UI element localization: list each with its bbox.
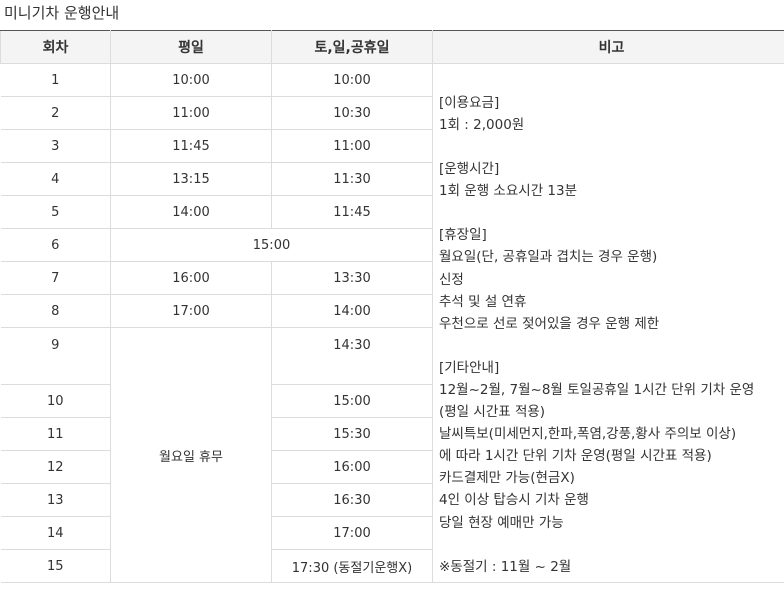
note-closed-title: [휴장일]	[439, 227, 487, 244]
weekend-time: 10:30	[271, 96, 433, 130]
note-etc-6: 4인 이상 탑승시 기차 운행	[439, 492, 589, 509]
note-fee-title: [이용요금]	[439, 95, 500, 111]
weekend-time: 15:00	[271, 384, 433, 418]
notes-cell: [이용요금] 1회 : 2,000원 [운행시간] 1회 운행 소요시간 13분…	[432, 63, 784, 583]
note-etc-7: 당일 현장 예매만 가능	[439, 514, 564, 531]
round-cell: 14	[0, 516, 111, 550]
note-winter: ※동절기 : 11월 ~ 2월	[439, 558, 572, 575]
weekday-time: 15:00	[110, 228, 433, 262]
schedule-table: 회차 평일 토,일,공휴일 비고 1 10:00 10:00 [이용요금] 1회…	[0, 30, 784, 583]
weekend-time: 10:00	[271, 63, 433, 97]
note-fee-1: 1회 : 2,000원	[439, 117, 525, 134]
round-cell: 1	[0, 63, 111, 97]
header-weekend: 토,일,공휴일	[271, 30, 433, 64]
weekend-time: 14:30	[271, 327, 433, 385]
note-closed-2: 신정	[439, 271, 464, 288]
table-header-row: 회차 평일 토,일,공휴일 비고	[0, 30, 784, 64]
weekend-time: 15:30	[271, 417, 433, 451]
weekend-time: 11:00	[271, 129, 433, 163]
weekend-time: 13:30	[271, 261, 433, 295]
note-hours-title: [운행시간]	[439, 161, 500, 178]
weekday-time: 11:00	[110, 96, 272, 130]
round-cell: 4	[0, 162, 111, 196]
note-etc-1: 12월~2월, 7월~8월 토일공휴일 1시간 단위 기차 운영	[439, 381, 755, 398]
page-title: 미니기차 운행안내	[4, 4, 120, 22]
round-cell: 10	[0, 384, 111, 418]
note-etc-5: 카드결제만 가능(현금X)	[439, 470, 575, 487]
round-cell: 8	[0, 294, 111, 328]
round-cell: 6	[0, 228, 111, 262]
weekday-closed-cell: 월요일 휴무	[110, 327, 272, 583]
weekend-time: 11:45	[271, 195, 433, 229]
table-row: 1 10:00 10:00 [이용요금] 1회 : 2,000원 [운행시간] …	[0, 63, 784, 583]
weekend-time: 17:30 (동절기운행X)	[271, 549, 433, 583]
header-notes: 비고	[432, 30, 784, 64]
note-etc-4: 에 따라 1시간 단위 기차 운영(평일 시간표 적용)	[439, 448, 712, 465]
weekend-time: 14:00	[271, 294, 433, 328]
note-hours-1: 1회 운행 소요시간 13분	[439, 183, 578, 200]
weekday-time: 16:00	[110, 261, 272, 295]
weekend-time: 16:30	[271, 483, 433, 517]
weekend-time: 11:30	[271, 162, 433, 196]
round-cell: 7	[0, 261, 111, 295]
weekend-time: 16:00	[271, 450, 433, 484]
note-closed-3: 추석 및 설 연휴	[439, 293, 527, 310]
round-cell: 11	[0, 417, 111, 451]
round-cell: 2	[0, 96, 111, 130]
note-etc-title: [기타안내]	[439, 359, 500, 376]
weekday-time: 11:45	[110, 129, 272, 163]
round-cell: 5	[0, 195, 111, 229]
note-closed-4: 우천으로 선로 젖어있을 경우 운행 제한	[439, 315, 660, 332]
round-cell: 13	[0, 483, 111, 517]
round-cell: 12	[0, 450, 111, 484]
header-round: 회차	[0, 30, 111, 64]
note-closed-1: 월요일(단, 공휴일과 겹치는 경우 운행)	[439, 249, 658, 266]
header-weekday: 평일	[110, 30, 272, 64]
round-cell: 9	[0, 327, 111, 385]
round-cell: 3	[0, 129, 111, 163]
note-etc-2: (평일 시간표 적용)	[439, 404, 546, 421]
note-etc-3: 날씨특보(미세먼지,한파,폭염,강풍,황사 주의보 이상)	[439, 426, 737, 443]
weekday-time: 13:15	[110, 162, 272, 196]
weekday-time: 17:00	[110, 294, 272, 328]
weekday-time: 10:00	[110, 63, 272, 97]
weekday-time: 14:00	[110, 195, 272, 229]
weekend-time: 17:00	[271, 516, 433, 550]
round-cell: 15	[0, 549, 111, 583]
